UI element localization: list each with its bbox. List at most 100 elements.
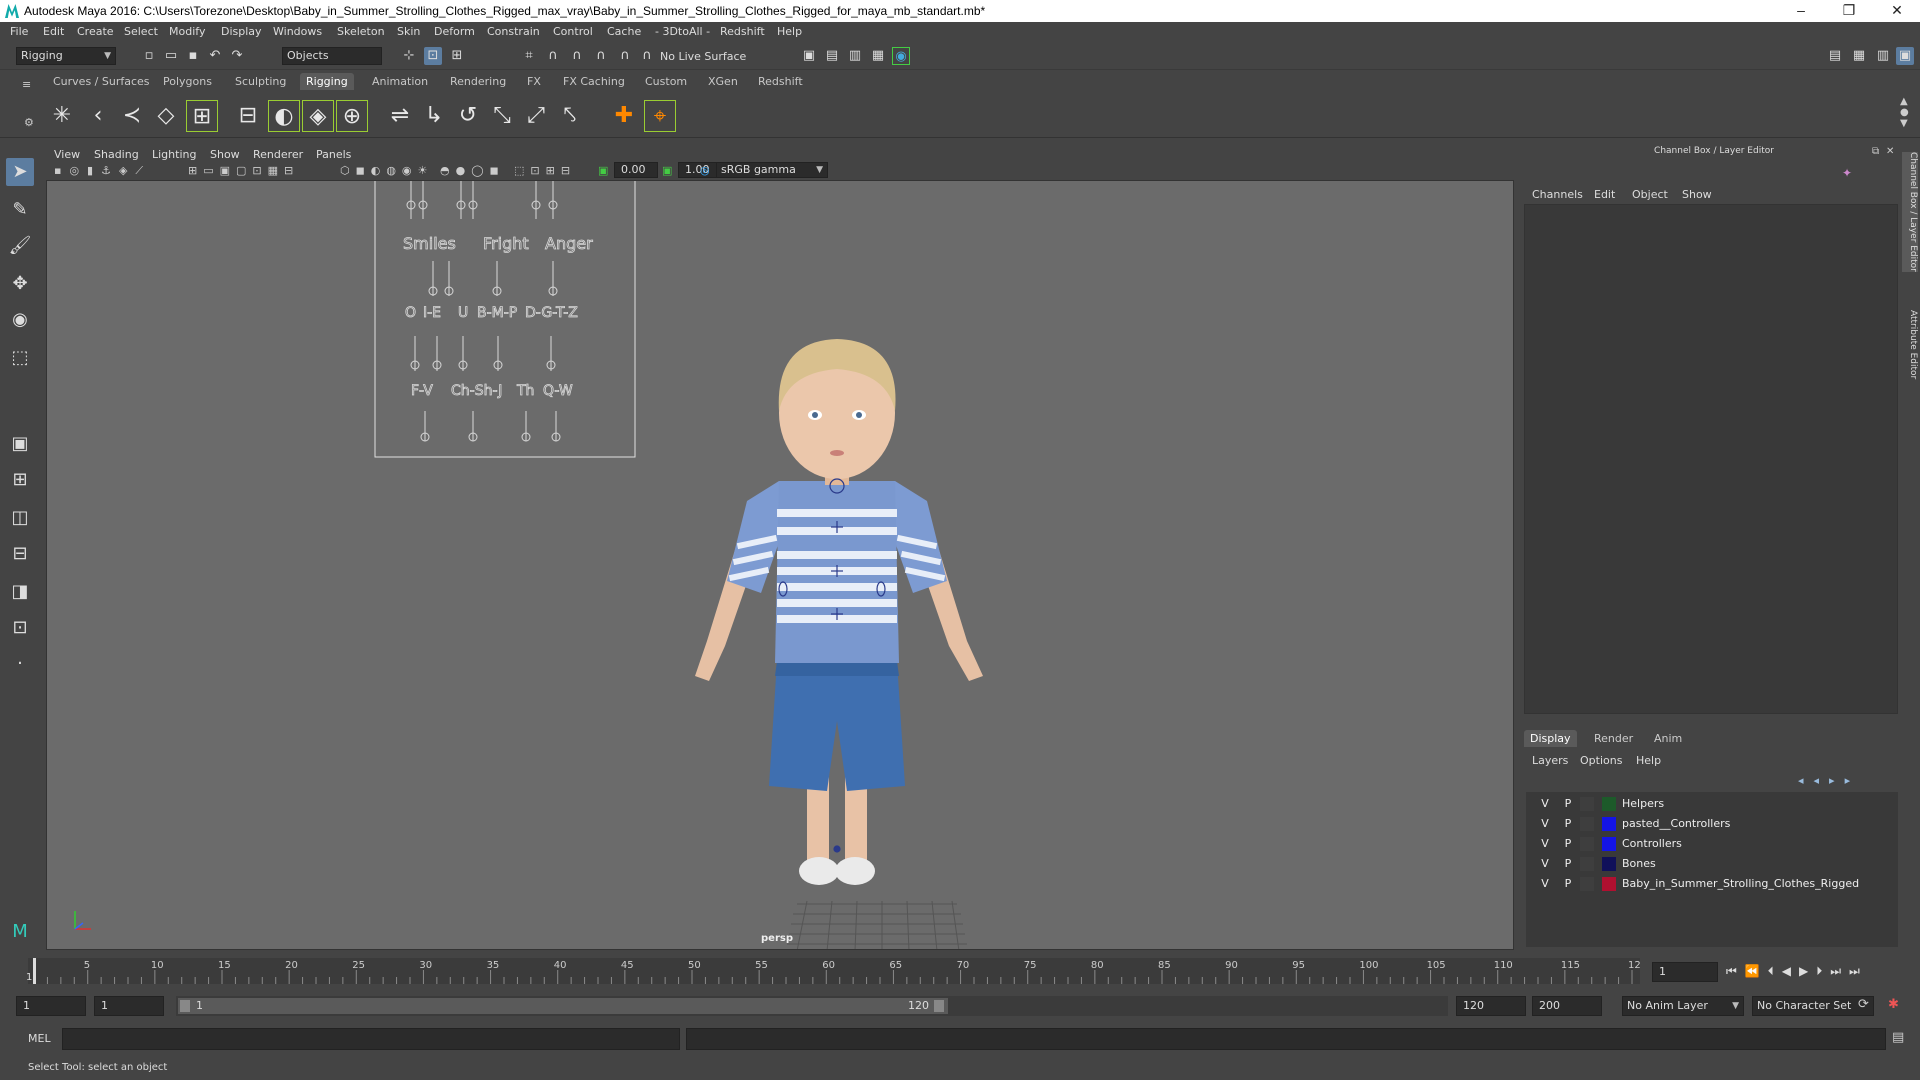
snap-curve-icon[interactable]: ∩ — [544, 47, 562, 65]
layout-persp-graph-icon[interactable]: ⊟ — [6, 540, 34, 568]
render-current-icon[interactable]: ▤ — [823, 47, 841, 65]
minimize-button[interactable]: – — [1778, 0, 1824, 22]
tab-animation[interactable]: Animation — [372, 75, 428, 88]
lighting-modes-icon[interactable]: ◓●◯◼ — [440, 164, 505, 177]
command-language-label[interactable]: MEL — [28, 1032, 51, 1045]
shading-modes-icon[interactable]: ⬡◼◐◍◉☀ — [340, 164, 433, 177]
render-view-icon[interactable]: ▣ — [800, 47, 818, 65]
tab-rigging[interactable]: Rigging — [300, 73, 354, 90]
select-tool-icon[interactable]: ➤ — [6, 158, 34, 186]
channels-menu[interactable]: Channels — [1532, 188, 1583, 201]
select-object-icon[interactable]: ⊡ — [424, 47, 442, 65]
tab-fx-caching[interactable]: FX Caching — [563, 75, 625, 88]
tab-fx[interactable]: FX — [527, 75, 541, 88]
custom-tool-a-icon[interactable]: ✚ — [608, 100, 640, 132]
ik-handle-icon[interactable]: ‹ — [82, 100, 114, 132]
lattice-icon[interactable]: ◈ — [302, 100, 334, 132]
grid-display-icon[interactable]: ⊞▭▣▢⊡▦⊟ — [188, 164, 299, 177]
channel-box-toggle-icon[interactable]: ▣ — [1896, 47, 1914, 65]
display-type-toggle[interactable] — [1580, 837, 1594, 851]
help-menu[interactable]: Help — [1636, 754, 1661, 767]
paint-select-icon[interactable]: 🖌 — [6, 232, 34, 260]
tab-sculpting[interactable]: Sculpting — [235, 75, 286, 88]
point-constraint-icon[interactable]: ⇌ — [384, 100, 416, 132]
exposure-field[interactable]: 0.00 — [614, 162, 658, 178]
playback-toggle[interactable]: P — [1561, 797, 1575, 810]
redo-icon[interactable]: ↷ — [228, 47, 246, 65]
modeling-toolkit-icon[interactable]: ▤ — [1826, 47, 1844, 65]
aim-constraint-icon[interactable]: ↳ — [418, 100, 450, 132]
object-menu[interactable]: Object — [1632, 188, 1668, 201]
wrap-icon[interactable]: ⊕ — [336, 100, 368, 132]
parent-constraint-icon[interactable]: ⤢ — [520, 100, 552, 132]
live-surface-icon[interactable]: ∩ — [638, 47, 656, 65]
maya-home-icon[interactable]: M — [6, 918, 34, 946]
isolate-select-icon[interactable]: ⬚⊡⊞⊟ — [514, 164, 576, 177]
range-start-grip[interactable] — [180, 1000, 190, 1012]
visibility-toggle[interactable]: V — [1538, 817, 1552, 830]
toolbox-more-icon[interactable]: · — [6, 650, 34, 678]
menu-help[interactable]: Help — [777, 25, 802, 38]
visibility-toggle[interactable]: V — [1538, 877, 1552, 890]
playback-toggle[interactable]: P — [1561, 837, 1575, 850]
lasso-tool-icon[interactable]: ✎ — [6, 196, 34, 224]
viewport-menu-view[interactable]: View — [54, 148, 80, 161]
channel-list-area[interactable] — [1524, 204, 1898, 714]
bind-skin-icon[interactable]: ⊟ — [232, 100, 264, 132]
tab-xgen[interactable]: XGen — [708, 75, 738, 88]
ipr-render-icon[interactable]: ▥ — [846, 47, 864, 65]
menu-redshift[interactable]: Redshift — [720, 25, 765, 38]
show-menu[interactable]: Show — [1682, 188, 1712, 201]
viewport-menu-renderer[interactable]: Renderer — [253, 148, 303, 161]
layer-color-swatch[interactable] — [1602, 817, 1616, 831]
cluster-icon[interactable]: ◐ — [268, 100, 300, 132]
move-tool-icon[interactable]: ✥ — [6, 270, 34, 298]
menu-create[interactable]: Create — [77, 25, 114, 38]
attribute-editor-toggle-icon[interactable]: ▦ — [1850, 47, 1868, 65]
snap-view-icon[interactable]: ∩ — [592, 47, 610, 65]
float-panel-icon[interactable]: ⧉ — [1872, 146, 1879, 157]
persp-viewport[interactable]: Smiles Fright Anger O I-E U B-M-P D-G-T-… — [46, 180, 1514, 950]
save-scene-icon[interactable]: ▪ — [184, 47, 202, 65]
close-button[interactable]: ✕ — [1874, 0, 1920, 22]
tab-custom[interactable]: Custom — [645, 75, 687, 88]
snap-point-icon[interactable]: ∩ — [568, 47, 586, 65]
tab-anim-layers[interactable]: Anim — [1648, 730, 1688, 747]
menu-cache[interactable]: Cache — [607, 25, 641, 38]
pole-vector-icon[interactable]: ⤣ — [554, 100, 586, 132]
animation-prefs-icon[interactable]: ✱ — [1888, 997, 1899, 1012]
visibility-toggle[interactable]: V — [1538, 837, 1552, 850]
time-ruler[interactable]: 5 10 15 20 25 30 35 40 45 50 55 60 65 70 75 80 85 90 95 100… — [28, 958, 1640, 984]
undo-icon[interactable]: ↶ — [206, 47, 224, 65]
shelf-options-icon[interactable]: ⚙ — [24, 116, 34, 129]
single-view-icon[interactable]: ▣ — [6, 430, 34, 458]
display-type-toggle[interactable] — [1580, 877, 1594, 891]
layer-row-controllers[interactable]: V P Controllers — [1526, 834, 1898, 854]
select-component-icon[interactable]: ⊞ — [448, 47, 466, 65]
selection-mask-dropdown[interactable]: Objects — [282, 47, 382, 65]
tab-polygons[interactable]: Polygons — [163, 75, 212, 88]
baby-character-model[interactable] — [687, 281, 987, 941]
layer-color-swatch[interactable] — [1602, 857, 1616, 871]
locator-icon[interactable]: ⊞ — [186, 100, 218, 132]
orient-constraint-icon[interactable]: ↺ — [452, 100, 484, 132]
edit-menu[interactable]: Edit — [1594, 188, 1615, 201]
tab-channel-box[interactable]: Channel Box / Layer Editor — [1902, 152, 1918, 272]
viewport-menu-panels[interactable]: Panels — [316, 148, 351, 161]
layer-actions-icon[interactable]: ◂◂▸▸ — [1798, 774, 1860, 787]
tab-curves-surfaces[interactable]: Curves / Surfaces — [53, 75, 150, 88]
layout-hypershade-icon[interactable]: ⊡ — [6, 614, 34, 642]
character-set-dropdown[interactable]: No Character Set — [1752, 996, 1874, 1016]
current-time-indicator[interactable] — [33, 958, 36, 984]
menu-display[interactable]: Display — [221, 25, 262, 38]
animation-start-field[interactable]: 1 — [16, 996, 86, 1016]
animation-end-field[interactable]: 200 — [1532, 996, 1602, 1016]
shelf-menu-icon[interactable]: ≡ — [22, 78, 31, 91]
color-management-icon[interactable]: ◎ — [700, 164, 710, 177]
playback-toggle[interactable]: P — [1561, 817, 1575, 830]
script-editor-icon[interactable]: ▤ — [1892, 1030, 1904, 1045]
range-slider-track[interactable]: 1 120 — [176, 996, 1448, 1016]
layer-row-helpers[interactable]: V P Helpers — [1526, 794, 1898, 814]
ik-spline-icon[interactable]: ≺ — [116, 100, 148, 132]
snap-grid-icon[interactable]: ⌗ — [520, 47, 538, 65]
